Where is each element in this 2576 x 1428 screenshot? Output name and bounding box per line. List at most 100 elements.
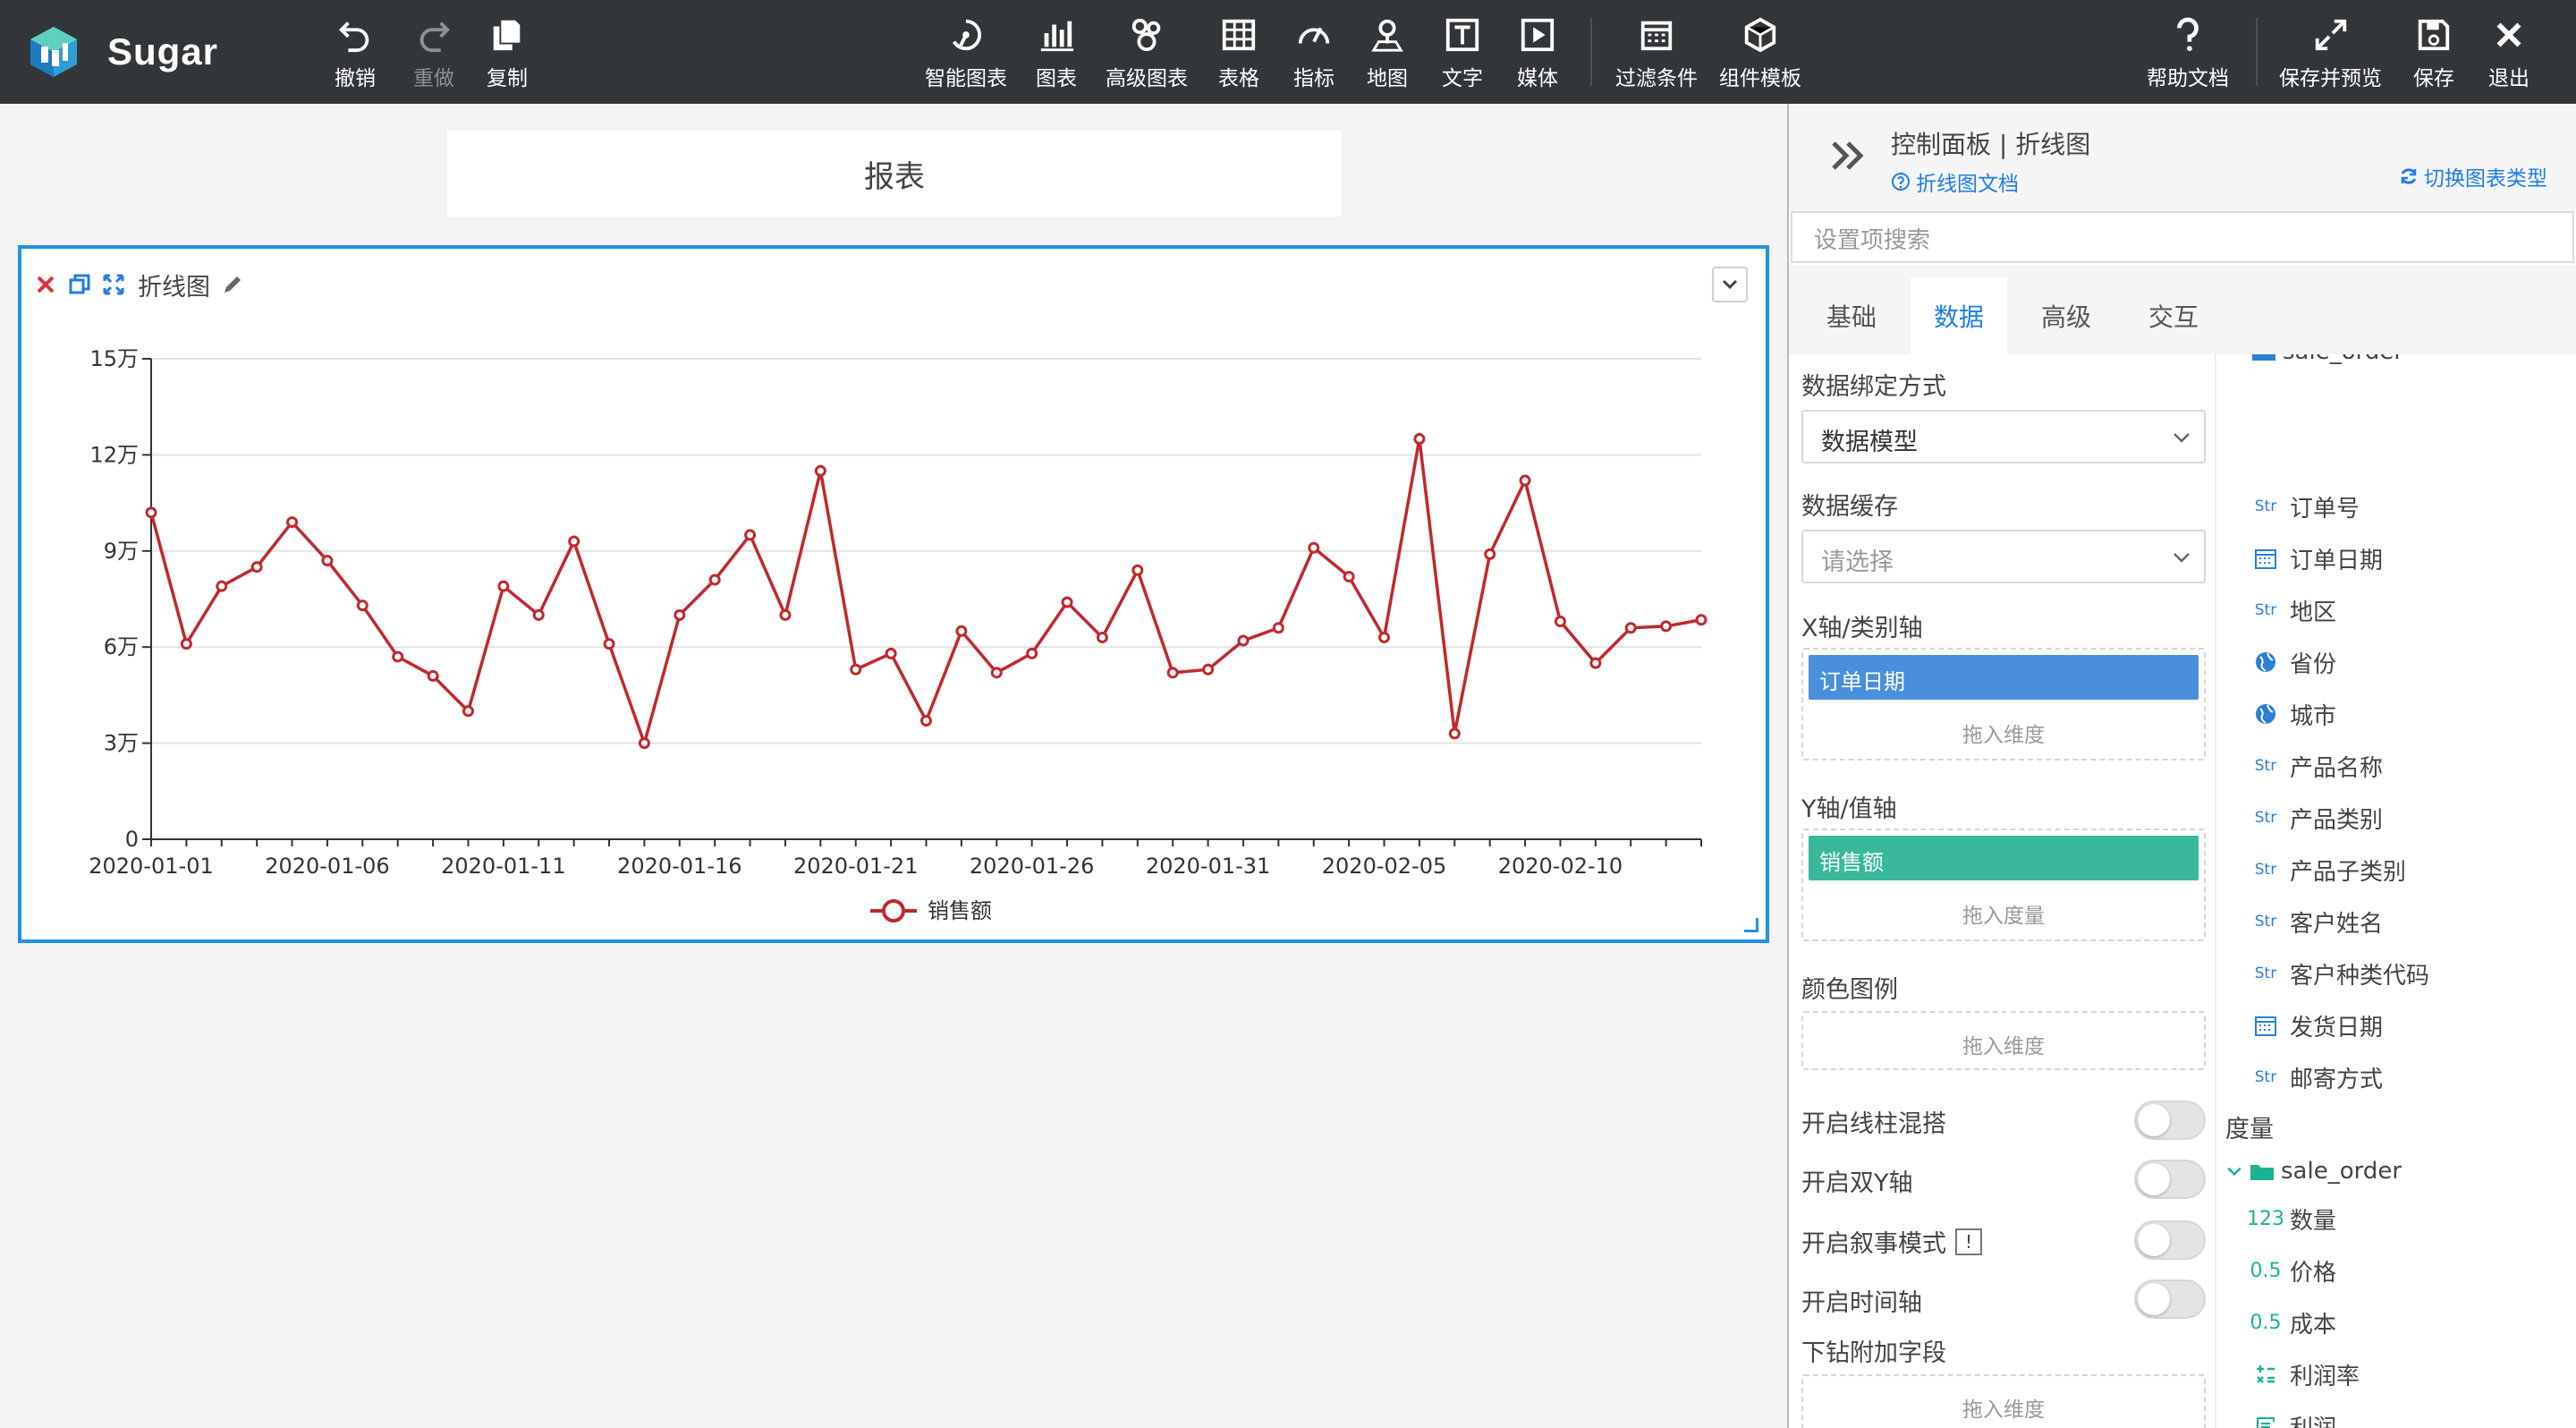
data-cache-label: 数据缓存 [1801, 493, 1898, 521]
double-chevron-right-icon[interactable] [1828, 136, 1868, 175]
save-button[interactable]: 保存 [2413, 16, 2454, 91]
legend-marker [882, 899, 905, 922]
measure-field-item[interactable]: 0.5 价格 [2250, 1253, 2337, 1288]
dual-y-axis-toggle[interactable] [2134, 1160, 2206, 1199]
line-bar-mix-toggle[interactable] [2134, 1101, 2206, 1140]
dimension-field-item[interactable]: Str 邮寄方式 [2250, 1059, 2383, 1095]
binding-mode-select[interactable]: 数据模型 [1801, 410, 2206, 463]
report-title[interactable]: 报表 [447, 131, 1342, 217]
y-axis-dropzone[interactable]: 销售额 拖入度量 [1801, 829, 2206, 941]
measure-field-item[interactable]: 利润率 [2250, 1356, 2360, 1392]
y-axis-drop-hint: 拖入度量 [1962, 905, 2045, 928]
resize-handle[interactable] [1744, 918, 1758, 932]
smart-chart-button[interactable]: 智能图表 [925, 16, 1007, 91]
dimension-field-item[interactable]: Str 产品子类别 [2250, 852, 2406, 888]
component-template-label: 组件模板 [1719, 67, 1801, 90]
measure-field-item[interactable]: 123 数量 [2247, 1201, 2336, 1237]
dimension-field-item[interactable]: Str 客户种类代码 [2250, 956, 2429, 991]
x-axis-dropzone[interactable]: 订单日期 拖入维度 [1801, 648, 2206, 761]
data-point [603, 638, 615, 650]
save-preview-button[interactable]: 保存并预览 [2279, 16, 2382, 91]
data-point [779, 608, 792, 621]
tab-basic[interactable]: 基础 [1803, 277, 1900, 354]
dimension-field-item[interactable]: 订单日期 [2250, 540, 2383, 576]
filter-calendar-icon [1640, 21, 1673, 51]
dimension-field-item[interactable]: 城市 [2250, 696, 2336, 732]
dimension-field-item[interactable]: Str 产品类别 [2250, 800, 2383, 836]
measure-field-item[interactable]: 0.5 成本 [2250, 1305, 2337, 1340]
field-name: 产品子类别 [2290, 858, 2407, 886]
info-icon[interactable]: ! [1955, 1228, 1982, 1255]
measure-folder[interactable]: sale_order [2225, 1158, 2402, 1185]
data-point [1237, 634, 1250, 647]
toggle-label: 开启时间轴 [1801, 1289, 1922, 1317]
field-name: 订单日期 [2290, 547, 2384, 574]
exit-button[interactable]: 退出 [2488, 16, 2529, 91]
undo-button[interactable]: 撤销 [335, 16, 376, 91]
narrative-mode-toggle[interactable] [2134, 1220, 2206, 1260]
x-tick-label: 2020-01-06 [265, 854, 389, 879]
field-list: sale_order Str订单号订单日期 Str地区省份城市 Str产品名称 Str… [2218, 354, 2576, 1428]
dimension-field-item[interactable]: Str 订单号 [2250, 489, 2360, 524]
metric-button[interactable]: 指标 [1293, 16, 1335, 91]
field-name: 客户姓名 [2290, 910, 2384, 938]
dimension-field-item[interactable]: 发货日期 [2250, 1007, 2383, 1043]
map-pin-icon [1371, 19, 1403, 52]
chevron-down-icon [2174, 553, 2190, 563]
redo-button[interactable]: 重做 [413, 16, 454, 91]
measure-field-item[interactable]: 利润 [2250, 1408, 2336, 1428]
text-label: 文字 [1442, 67, 1483, 90]
toggle-label: 开启线柱混搭 [1801, 1110, 1946, 1138]
data-point [321, 555, 334, 567]
media-button[interactable]: 媒体 [1517, 16, 1558, 91]
advanced-chart-button[interactable]: 高级图表 [1106, 16, 1188, 91]
dimension-folder[interactable]: sale_order [2250, 354, 2403, 365]
chart-button[interactable]: 图表 [1036, 16, 1077, 91]
dimension-field-item[interactable]: Str 产品名称 [2250, 748, 2383, 784]
tab-advanced[interactable]: 高级 [2018, 277, 2114, 354]
y-tick-label: 12万 [89, 442, 139, 467]
line-chart-doc-link[interactable]: 折线图文档 [1891, 166, 2019, 197]
dimension-field-item[interactable]: Str 地区 [2250, 592, 2336, 628]
help-docs-button[interactable]: 帮助文档 [2147, 16, 2229, 91]
dimension-field-item[interactable]: Str 客户姓名 [2250, 904, 2383, 939]
map-button[interactable]: 地图 [1367, 16, 1408, 91]
binding-mode-label: 数据绑定方式 [1801, 373, 1946, 401]
pencil-edit-icon[interactable] [221, 273, 244, 296]
settings-search-input[interactable]: 设置项搜索 [1791, 211, 2574, 263]
calculated-field-icon [2250, 1362, 2281, 1387]
dimension-field-item[interactable]: 省份 [2250, 644, 2336, 680]
toggle-row-dual-y: 开启双Y轴 [1801, 1160, 2206, 1201]
x-tick-label: 2020-01-01 [89, 854, 213, 879]
switch-chart-type-link[interactable]: 切换图表类型 [2399, 161, 2547, 191]
data-cache-select[interactable]: 请选择 [1801, 530, 2206, 583]
tab-data[interactable]: 数据 [1911, 277, 2007, 354]
drill-extra-dropzone[interactable]: 拖入维度 [1801, 1374, 2206, 1428]
data-point [286, 516, 299, 529]
filter-button[interactable]: 过滤条件 [1615, 16, 1698, 91]
data-point [1484, 548, 1496, 560]
component-template-button[interactable]: 组件模板 [1719, 16, 1801, 91]
timeline-toggle[interactable] [2134, 1279, 2206, 1319]
chart-card-menu-button[interactable] [1712, 267, 1748, 302]
line-chart-card[interactable]: 0 3万 6万 9万 12万 15万 2020-01-01 2020-01-06 2020-01… [18, 245, 1769, 943]
data-point [708, 574, 721, 586]
y-axis-field-pill[interactable]: 销售额 [1809, 836, 2199, 880]
x-axis-field-pill[interactable]: 订单日期 [1809, 655, 2199, 700]
string-type-icon: Str [2254, 497, 2277, 515]
app-logo[interactable]: Sugar [25, 20, 218, 84]
duplicate-icon[interactable] [68, 273, 91, 296]
color-legend-dropzone[interactable]: 拖入维度 [1801, 1011, 2206, 1070]
y-tick-label: 6万 [104, 634, 139, 659]
y-tick-label: 9万 [104, 539, 139, 564]
table-button[interactable]: 表格 [1218, 16, 1259, 91]
delete-icon[interactable] [34, 273, 57, 296]
tab-interaction[interactable]: 交互 [2125, 277, 2222, 354]
fullscreen-icon[interactable] [102, 273, 125, 296]
toolbar-divider [1590, 18, 1592, 86]
toggle-label-wrap: 开启叙事模式! [1801, 1224, 1982, 1259]
series-line [149, 437, 1702, 745]
text-button[interactable]: 文字 [1442, 16, 1483, 91]
folder-name: sale_order [2281, 1158, 2402, 1185]
copy-button[interactable]: 复制 [487, 16, 528, 91]
